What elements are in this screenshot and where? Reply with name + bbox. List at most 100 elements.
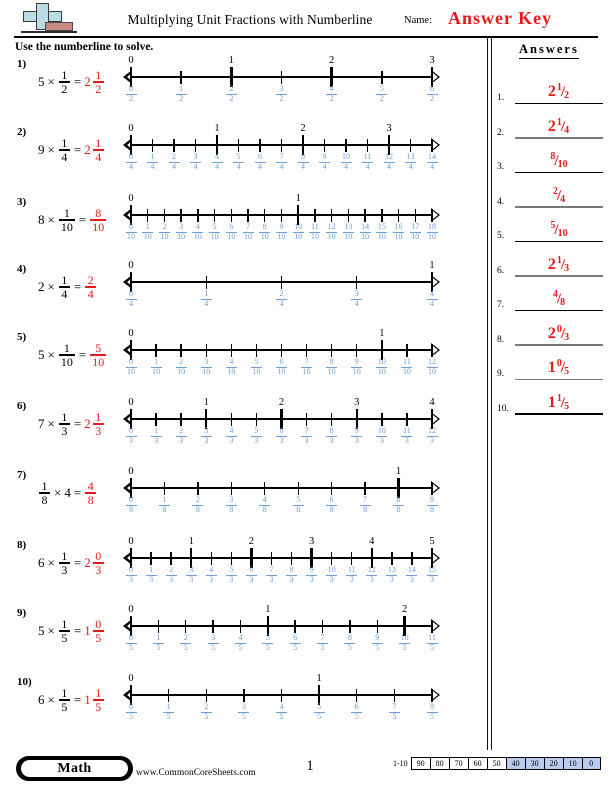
answer-denominator: 3 — [564, 331, 570, 343]
numberline: 0081828384858687818898 — [123, 466, 440, 515]
answer-write-line[interactable] — [515, 413, 603, 415]
subject-badge-label: Math — [21, 760, 128, 777]
numberline-axis — [131, 487, 432, 490]
numberline-fraction-denominator: 4 — [430, 162, 434, 172]
numberline-fraction-numerator: 9 — [322, 152, 327, 161]
fraction-numerator: 8 — [95, 205, 102, 220]
numberline-arrow-right-inner — [433, 73, 438, 81]
numberline-fraction-denominator: 8 — [229, 505, 234, 515]
fraction: 5 10 — [90, 341, 107, 368]
numberline-fraction-numerator: 0 — [129, 633, 133, 642]
problem-number: 4) — [17, 263, 27, 275]
numberline-fraction-numerator: 5 — [254, 357, 259, 366]
numberline-fraction-label: 73 — [294, 426, 320, 445]
fraction-denominator: 5 — [95, 700, 102, 715]
numberline-fraction-numerator: 4 — [215, 152, 219, 161]
numberline-fraction-label: 4 10 — [218, 357, 244, 376]
numberline-fraction-numerator: 9 — [309, 565, 314, 574]
numberline-fraction-denominator: 4 — [193, 162, 198, 172]
numberline-fraction-numerator: 7 — [363, 495, 368, 504]
numberline-tick-minor — [185, 619, 187, 633]
numberline-fraction-numerator: 0 — [129, 565, 133, 574]
numberline-axis — [131, 625, 432, 628]
numberline-fraction-denominator: 8 — [129, 505, 133, 515]
numberline-arrow-right-inner — [433, 278, 438, 286]
numberline-whole-label: 1 — [379, 328, 385, 339]
numberline-fraction-numerator: 11 — [403, 426, 411, 435]
numberline-fraction-numerator: 0 — [129, 84, 133, 93]
numberline-fraction-numerator: 3 — [204, 426, 209, 435]
numberline-fraction-numerator: 4 — [229, 357, 234, 366]
fraction: 18 — [39, 478, 50, 506]
numberline-fraction-denominator: 3 — [404, 436, 409, 446]
fraction-numerator: 1 — [61, 272, 68, 287]
numberline-fraction-numerator: 6 — [354, 702, 359, 711]
multiplier: 6 — [38, 692, 45, 707]
numberline-fraction-numerator: 1 — [166, 702, 171, 711]
numberline-fraction-denominator: 8 — [363, 505, 368, 515]
numberline-fraction-denominator: 2 — [279, 94, 284, 104]
numberline-fraction-label: 12 10 — [419, 357, 445, 376]
numberline-whole-label: 1 — [395, 466, 402, 477]
numberline-whole-label: 2 — [278, 397, 285, 408]
numberline-fraction-numerator: 4 — [262, 495, 267, 504]
numberline-tick-minor — [147, 208, 149, 222]
numberline-fraction-label: 32 — [269, 84, 295, 104]
numberline-tick-minor — [230, 551, 233, 565]
answer-whole-inline: 2 — [84, 416, 91, 431]
answer-value: 21/3 — [515, 255, 603, 274]
numberline-tick-minor — [280, 208, 283, 222]
numberline-fraction-label: 04 — [118, 289, 144, 308]
numberline-fraction-numerator: 4 — [238, 633, 243, 642]
numberline-fraction-numerator: 1 — [162, 495, 167, 504]
score-cell: 50 — [486, 757, 506, 770]
fraction: 14 — [58, 272, 70, 302]
problem-number: 1) — [17, 58, 27, 70]
answer-denominator: 3 — [564, 262, 570, 274]
answer-fraction: 4/8 — [552, 290, 566, 308]
numberline-tick-minor — [391, 551, 393, 565]
numberline-fraction-denominator: 5 — [354, 712, 359, 722]
numberline-tick-minor — [431, 138, 433, 152]
numberline-whole-label: 1 — [188, 536, 194, 547]
multiplier: 6 — [38, 555, 45, 570]
numberline-fraction-denominator: 3 — [169, 575, 174, 585]
numberline-fraction-numerator: 13 — [406, 152, 415, 161]
numberline-tick-minor — [290, 551, 293, 565]
answer-denominator: 10 — [557, 159, 568, 170]
answer-fraction: 8/10 — [549, 152, 568, 170]
answer-whole-inline: 1 — [84, 623, 91, 638]
numberline-fraction-denominator: 3 — [129, 575, 133, 585]
logo-plus-center — [37, 12, 48, 21]
numberline-fraction-label: 38 — [218, 495, 244, 515]
operator: × — [47, 279, 55, 294]
fraction-denominator: 4 — [61, 287, 68, 302]
equals-sign: = — [73, 279, 82, 294]
numberline-fraction-label: 88 — [386, 495, 412, 515]
numberline-tick-minor — [163, 208, 166, 222]
fraction-numerator: 1 — [41, 478, 48, 493]
numberline-fraction-label: 25 — [193, 702, 219, 721]
problem-number: 3) — [17, 196, 27, 208]
operator: × — [47, 416, 55, 431]
numberline-fraction-denominator: 2 — [430, 94, 434, 104]
fraction-denominator: 10 — [92, 220, 105, 235]
numberline-arrow-right-inner — [433, 415, 438, 423]
numberline-fraction-numerator: 4 — [329, 84, 334, 93]
numberline-fraction-label: 65 — [282, 633, 308, 652]
numberline-tick-minor — [397, 208, 400, 222]
numberline-whole-label: 3 — [386, 123, 392, 134]
name-label: Name: — [404, 15, 432, 26]
numberline-fraction-label: 11 10 — [394, 357, 420, 376]
numberline-fraction-label: 05 — [118, 702, 144, 721]
numberline-arrow-right-inner — [433, 141, 438, 149]
numberline-fraction-denominator: 3 — [430, 575, 434, 585]
numberline-fraction-denominator: 4 — [215, 162, 219, 172]
numberline-fraction-denominator: 8 — [329, 505, 334, 515]
numberline-fraction-label: 12 — [168, 84, 194, 103]
numberline-fraction-denominator: 8 — [396, 505, 401, 515]
numberline-fraction-label: 18 10 — [419, 222, 445, 241]
numberline-fraction-label: 48 — [252, 495, 278, 514]
numberline-whole-label: 1 — [295, 193, 301, 204]
fraction-denominator: 4 — [61, 150, 68, 165]
